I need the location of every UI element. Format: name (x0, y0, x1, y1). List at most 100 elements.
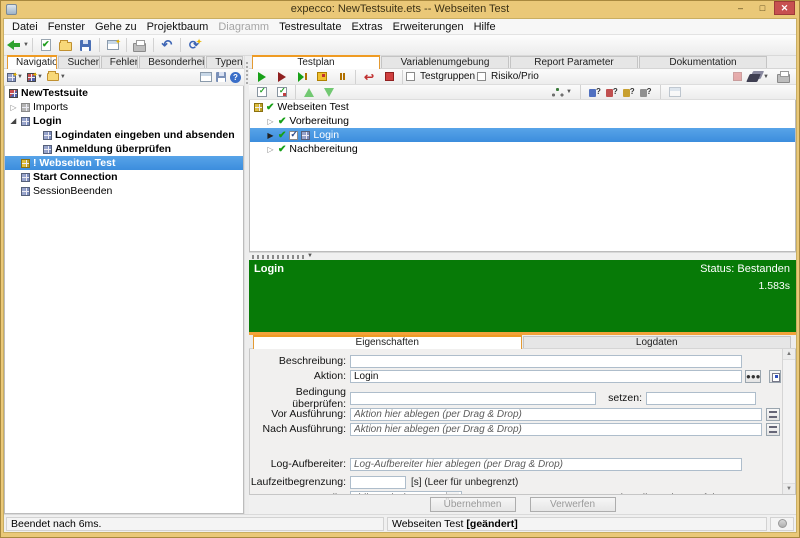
aktion-input[interactable] (350, 370, 742, 383)
new-item-menu-button[interactable]: ✦▼ (7, 73, 23, 82)
tab-suchen[interactable]: Suchen (58, 56, 99, 68)
scroll-up-icon[interactable]: ▲ (783, 349, 795, 360)
voreinstellung-checkbox[interactable] (746, 494, 755, 496)
filter-gold-question-icon[interactable] (623, 87, 635, 97)
tree-row-start-connection[interactable]: Start Connection (5, 170, 243, 184)
filter-gray-question-icon[interactable] (640, 87, 652, 97)
testplan-row-root[interactable]: Webseiten Test (250, 100, 795, 114)
menu-erweiterungen[interactable]: Erweiterungen (388, 21, 469, 33)
block-icon (301, 131, 310, 140)
tab-fehler[interactable]: Fehler (101, 56, 138, 68)
collapsed-arrow-icon[interactable]: ▷ (9, 103, 18, 112)
toolbar-separator (126, 38, 127, 52)
new-window-button[interactable]: ✦ (103, 36, 123, 54)
filter-red-question-icon[interactable] (606, 87, 618, 97)
stop-button[interactable] (379, 68, 399, 86)
tree-row-session-beenden[interactable]: SessionBeenden (5, 184, 243, 198)
menu-fenster[interactable]: Fenster (43, 21, 90, 33)
new-block-menu-button[interactable]: ✦▼ (27, 73, 43, 82)
collapsed-arrow-icon[interactable]: ▶ (266, 131, 275, 140)
minimize-button[interactable]: – (730, 1, 751, 15)
notwendig-select[interactable]: obligatorisch ▼ (350, 491, 462, 495)
menu-testresultate[interactable]: Testresultate (274, 21, 346, 33)
testplan-row-nachbereitung[interactable]: ▷ Nachbereitung (250, 142, 795, 156)
save-view-icon[interactable] (216, 72, 226, 82)
tab-eigenschaften[interactable]: Eigenschaften (253, 335, 522, 349)
menu-extras[interactable]: Extras (346, 21, 387, 33)
tab-dokumentation[interactable]: Dokumentation (639, 56, 767, 68)
undo-button[interactable]: ↶ (157, 36, 177, 54)
node-menu-button[interactable]: ▼ (551, 83, 572, 101)
status-document: Webseiten Test [geändert] (387, 517, 767, 531)
maximize-button[interactable]: □ (752, 1, 773, 15)
toolbar-separator (660, 85, 661, 99)
risiko-prio-checkbox[interactable]: Risiko/Prio (477, 68, 541, 86)
project-tree: NewTestsuite ▷ Imports ◢ Login Logi (4, 86, 244, 514)
tab-logdaten[interactable]: Logdaten (523, 336, 792, 348)
check-all-button[interactable] (252, 83, 272, 101)
collapsed-pane-header[interactable]: ▼ (249, 252, 796, 260)
nach-ausfuehrung-input[interactable] (350, 423, 762, 436)
vor-ausfuehrung-input[interactable] (350, 408, 762, 421)
tree-label: Webseiten Test (277, 101, 348, 113)
enabled-checkbox-icon[interactable] (289, 131, 298, 140)
tree-row-imports[interactable]: ▷ Imports (5, 100, 243, 114)
tree-row-webseiten-test[interactable]: ! Webseiten Test (5, 156, 243, 170)
log-aufbereiter-label: Log-Aufbereiter: (250, 458, 350, 470)
tree-row-root[interactable]: NewTestsuite (5, 86, 243, 100)
tab-besonderheiten[interactable]: Besonderheiten (139, 56, 205, 68)
report-menu-button[interactable]: ▼ (746, 68, 769, 86)
detach-view-icon[interactable] (200, 72, 212, 82)
uncheck-all-button[interactable] (272, 83, 292, 101)
form-scrollbar[interactable]: ▲ ▼ (782, 349, 795, 494)
tree-row-login[interactable]: ◢ Login (5, 114, 243, 128)
filter-blue-question-icon[interactable] (589, 87, 601, 97)
tree-row-logindaten[interactable]: Logindaten eingeben und absenden (5, 128, 243, 142)
beschreibung-input[interactable] (350, 355, 742, 368)
tab-navigation[interactable]: Navigation (7, 55, 57, 69)
menu-datei[interactable]: Datei (7, 21, 43, 33)
help-icon[interactable]: ? (230, 72, 241, 83)
new-folder-menu-button[interactable]: ▼ (47, 73, 66, 81)
chevron-down-icon: ▼ (763, 74, 769, 80)
stop-after-current-button[interactable]: ↩ (359, 68, 379, 86)
move-down-button[interactable] (319, 83, 339, 101)
laufzeitbegrenzung-input[interactable] (350, 476, 406, 489)
toolbar-separator (580, 85, 581, 99)
scroll-down-icon[interactable]: ▼ (783, 483, 795, 494)
print-report-button[interactable] (773, 68, 793, 86)
print-button[interactable] (130, 36, 150, 54)
tab-report-parameter[interactable]: Report Parameter (510, 56, 638, 68)
menu-gehe-zu[interactable]: Gehe zu (90, 21, 142, 33)
setzen-input[interactable] (646, 392, 756, 405)
menu-projektbaum[interactable]: Projektbaum (142, 21, 214, 33)
testplan-row-login[interactable]: ▶ Login (250, 128, 795, 142)
back-button[interactable]: ▼ (7, 36, 29, 54)
expanded-arrow-icon[interactable]: ◢ (9, 117, 18, 125)
nach-ausfuehrung-menu-button[interactable] (766, 423, 780, 436)
close-button[interactable]: ✕ (774, 1, 795, 15)
laufzeit-hint: [s] (Leer für unbegrenzt) (411, 477, 518, 488)
collapsed-arrow-icon[interactable]: ▷ (266, 117, 275, 126)
vor-ausfuehrung-menu-button[interactable] (766, 408, 780, 421)
move-up-button[interactable] (299, 83, 319, 101)
tree-row-anmeldung[interactable]: Anmeldung überprüfen (5, 142, 243, 156)
verwerfen-button[interactable]: Verwerfen (530, 497, 616, 512)
testgruppen-checkbox[interactable]: Testgruppen (406, 68, 477, 86)
testplan-row-vorbereitung[interactable]: ▷ Vorbereitung (250, 114, 795, 128)
new-item-button[interactable] (36, 36, 56, 54)
aktion-browse-button[interactable]: ●●● (745, 370, 761, 383)
reload-button[interactable]: ⟳✦ (184, 36, 204, 54)
uebernehmen-button[interactable]: Übernehmen (430, 497, 516, 512)
tab-typen[interactable]: Typen (206, 56, 243, 68)
aktion-open-button[interactable] (769, 370, 781, 383)
log-aufbereiter-input[interactable] (350, 458, 742, 471)
bedingung-input[interactable] (350, 392, 596, 405)
testsuite-icon (9, 89, 18, 98)
collapsed-arrow-icon[interactable]: ▷ (266, 145, 275, 154)
save-button[interactable] (76, 36, 96, 54)
open-button[interactable] (56, 36, 76, 54)
menu-hilfe[interactable]: Hilfe (469, 21, 501, 33)
properties-tab-bar: Eigenschaften Logdaten (249, 335, 796, 349)
tab-variablenumgebung[interactable]: Variablenumgebung (381, 56, 509, 68)
